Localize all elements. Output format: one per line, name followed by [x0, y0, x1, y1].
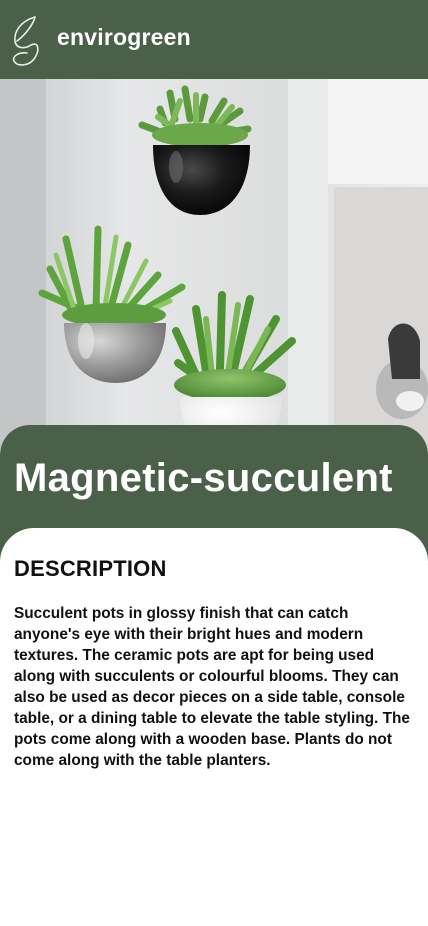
leaf-logo-icon[interactable]	[11, 15, 43, 69]
product-title: Magnetic-succulent	[14, 456, 393, 500]
description-text: Succulent pots in glossy finish that can…	[14, 605, 410, 769]
brand-name[interactable]: envirogreen	[57, 24, 191, 51]
product-hero-image	[0, 79, 428, 449]
top-app-bar: envirogreen	[0, 0, 428, 79]
description-heading: DESCRIPTION	[14, 556, 167, 581]
